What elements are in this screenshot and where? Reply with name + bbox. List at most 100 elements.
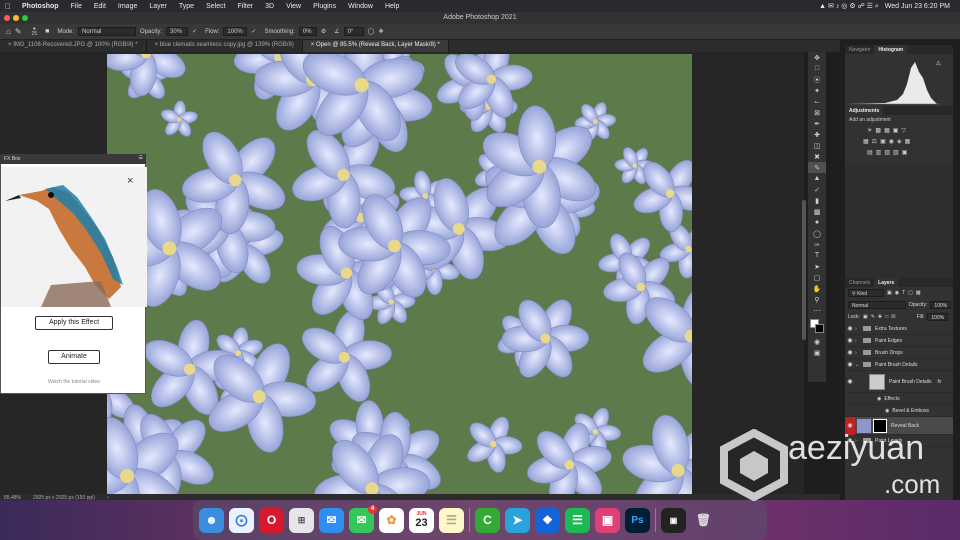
tab-open[interactable]: × Open @ 85.5% (Reveal Back, Layer Mask/… bbox=[302, 40, 449, 52]
trash-icon[interactable]: 🗑 bbox=[691, 508, 716, 533]
menu-plugins[interactable]: Plugins bbox=[307, 3, 342, 10]
apply-effect-button[interactable]: Apply this Effect bbox=[35, 316, 113, 330]
crop-tool-icon[interactable]: ⌙ bbox=[808, 96, 826, 107]
brush-tool-icon[interactable]: ✎ bbox=[15, 27, 22, 36]
effect-eye-icon[interactable]: ◉ bbox=[885, 408, 889, 414]
chevron-down-icon[interactable]: ⌄ bbox=[855, 362, 863, 368]
color-balance-icon[interactable]: ⚖ bbox=[872, 138, 877, 145]
app-pink-icon[interactable]: ▣ bbox=[595, 507, 620, 533]
hue-sat-icon[interactable]: ▦ bbox=[863, 138, 869, 145]
menu-help[interactable]: Help bbox=[379, 3, 405, 10]
move-tool-icon[interactable]: ✥ bbox=[808, 52, 826, 63]
lasso-tool-icon[interactable]: ⦿ bbox=[808, 74, 826, 85]
brush-settings-icon[interactable]: ■ bbox=[45, 28, 49, 35]
opacity-field[interactable]: 30% bbox=[166, 27, 189, 36]
stamp-tool-icon[interactable]: ▲ bbox=[808, 173, 826, 184]
tab-blue-clematis[interactable]: × blue clematis seamless copy.jpg @ 139%… bbox=[147, 40, 303, 52]
visibility-eye-icon[interactable]: ◉ bbox=[845, 349, 855, 356]
quick-select-tool-icon[interactable]: ✦ bbox=[808, 85, 826, 96]
quick-mask-icon[interactable]: ◉ bbox=[808, 336, 826, 347]
home-icon[interactable]: ⌂ bbox=[6, 27, 11, 36]
blur-tool-icon[interactable]: ● bbox=[808, 217, 826, 228]
menu-type[interactable]: Type bbox=[173, 3, 200, 10]
clock[interactable]: Wed Jun 23 6:20 PM bbox=[885, 3, 950, 10]
photo-filter-icon[interactable]: ◉ bbox=[889, 138, 894, 145]
finder-icon[interactable]: ☻ bbox=[199, 507, 224, 533]
photoshop-icon[interactable]: Ps bbox=[625, 507, 650, 533]
tab-close-icon[interactable]: × bbox=[155, 42, 159, 48]
pressure-size-icon[interactable]: ◯ bbox=[368, 28, 375, 35]
smoothing-gear-icon[interactable]: ⚙ bbox=[321, 28, 326, 35]
mail-icon[interactable]: ✉ bbox=[319, 507, 344, 533]
notes-green-icon[interactable]: ☰ bbox=[565, 507, 590, 533]
layer-opacity-field[interactable]: 100% bbox=[930, 301, 952, 309]
smoothing-field[interactable]: 0% bbox=[298, 27, 317, 36]
path-select-icon[interactable]: ➤ bbox=[808, 261, 826, 272]
content-aware-move-icon[interactable]: ✖ bbox=[808, 151, 826, 162]
black-white-icon[interactable]: ▣ bbox=[880, 138, 886, 145]
tab-channels[interactable]: Channels bbox=[845, 278, 874, 287]
brightness-icon[interactable]: ☀ bbox=[867, 127, 872, 134]
layer-kind-filter[interactable]: ⚲ Kind bbox=[848, 289, 884, 297]
lock-pixels-icon[interactable]: ▣ bbox=[863, 314, 868, 320]
visibility-eye-icon[interactable]: ◉ bbox=[845, 378, 855, 385]
histogram-warning-icon[interactable]: ⚠ bbox=[936, 60, 941, 67]
exposure-icon[interactable]: ▣ bbox=[893, 127, 899, 134]
telegram-icon[interactable]: ➤ bbox=[505, 507, 530, 533]
photos-icon[interactable]: ✿ bbox=[379, 507, 404, 533]
visibility-eye-icon[interactable]: ◉ bbox=[845, 325, 855, 332]
vibrance-icon[interactable]: ▽ bbox=[901, 127, 906, 134]
history-brush-icon[interactable]: ✓ bbox=[808, 184, 826, 195]
more-tools-icon[interactable]: ⋯ bbox=[808, 305, 826, 316]
filter-type-icon[interactable]: T bbox=[902, 290, 905, 296]
tab-close-icon[interactable]: × bbox=[311, 42, 315, 48]
layer-effects[interactable]: ◉ Effects bbox=[845, 393, 953, 405]
tab-layers[interactable]: Layers bbox=[874, 278, 899, 287]
menu-layer[interactable]: Layer bbox=[143, 3, 173, 10]
animate-button[interactable]: Animate bbox=[48, 350, 100, 364]
menu-image[interactable]: Image bbox=[112, 3, 143, 10]
invert-icon[interactable]: ▤ bbox=[867, 149, 873, 156]
tutorial-video-link[interactable]: Watch the tutorial video bbox=[1, 379, 147, 385]
pen-tool-icon[interactable]: ✑ bbox=[808, 239, 826, 250]
blend-mode-select[interactable]: Normal bbox=[848, 301, 906, 309]
symmetry-icon[interactable]: ❖ bbox=[378, 28, 383, 35]
marquee-tool-icon[interactable]: □ bbox=[808, 63, 826, 74]
gradient-tool-icon[interactable]: ▩ bbox=[808, 206, 826, 217]
menu-window[interactable]: Window bbox=[342, 3, 379, 10]
apple-icon[interactable]:  bbox=[0, 2, 16, 11]
tab-close-icon[interactable]: × bbox=[8, 42, 12, 48]
lock-all-icon[interactable]: ☒ bbox=[891, 314, 895, 320]
background-color-swatch[interactable] bbox=[815, 324, 824, 333]
airbrush-icon[interactable]: ✓ bbox=[251, 28, 256, 35]
shape-tool-icon[interactable]: ▢ bbox=[808, 272, 826, 283]
layer-paint-brush-details[interactable]: ◉ Paint Brush Details fx bbox=[845, 371, 953, 393]
angle-field[interactable]: 0° bbox=[343, 27, 364, 36]
healing-tool-icon[interactable]: ✚ bbox=[808, 129, 826, 140]
color-swatches[interactable] bbox=[808, 316, 826, 336]
layer-bevel-emboss[interactable]: ◉ Bevel & Emboss bbox=[845, 405, 953, 417]
dropbox-icon[interactable]: ❖ bbox=[535, 507, 560, 533]
chevron-right-icon[interactable]: › bbox=[855, 326, 863, 332]
levels-icon[interactable]: ▩ bbox=[875, 127, 881, 134]
chevron-right-icon[interactable]: › bbox=[855, 350, 863, 356]
mode-select[interactable]: Normal bbox=[78, 27, 137, 36]
visibility-eye-icon[interactable]: ◉ bbox=[845, 361, 855, 368]
menu-edit[interactable]: Edit bbox=[88, 3, 112, 10]
messages-icon[interactable]: ✉ 4 bbox=[349, 504, 377, 533]
tab-adjustments[interactable]: Adjustments bbox=[845, 106, 884, 115]
layer-paint-brush-details-group[interactable]: ◉ ⌄ Paint Brush Details bbox=[845, 359, 953, 371]
filter-adjustment-icon[interactable]: ◉ bbox=[895, 290, 899, 296]
status-icons[interactable]: ▲ ✉ ♪ ◎ ⚙ ☍ ☰ ⌕ bbox=[819, 2, 879, 11]
filter-shape-icon[interactable]: ▢ bbox=[908, 290, 913, 296]
chevron-right-icon[interactable]: › bbox=[855, 338, 863, 344]
menu-filter[interactable]: Filter bbox=[232, 3, 260, 10]
lock-paint-icon[interactable]: ✎ bbox=[871, 314, 875, 320]
selective-color-icon[interactable]: ▨ bbox=[893, 149, 899, 156]
brush-preset-picker[interactable]: ● 25 bbox=[32, 26, 38, 37]
menu-select[interactable]: Select bbox=[200, 3, 231, 10]
calendar-icon[interactable]: JUN 23 bbox=[409, 507, 434, 533]
filter-smart-icon[interactable]: ▩ bbox=[916, 290, 921, 296]
flow-field[interactable]: 100% bbox=[223, 27, 248, 36]
menu-view[interactable]: View bbox=[280, 3, 307, 10]
